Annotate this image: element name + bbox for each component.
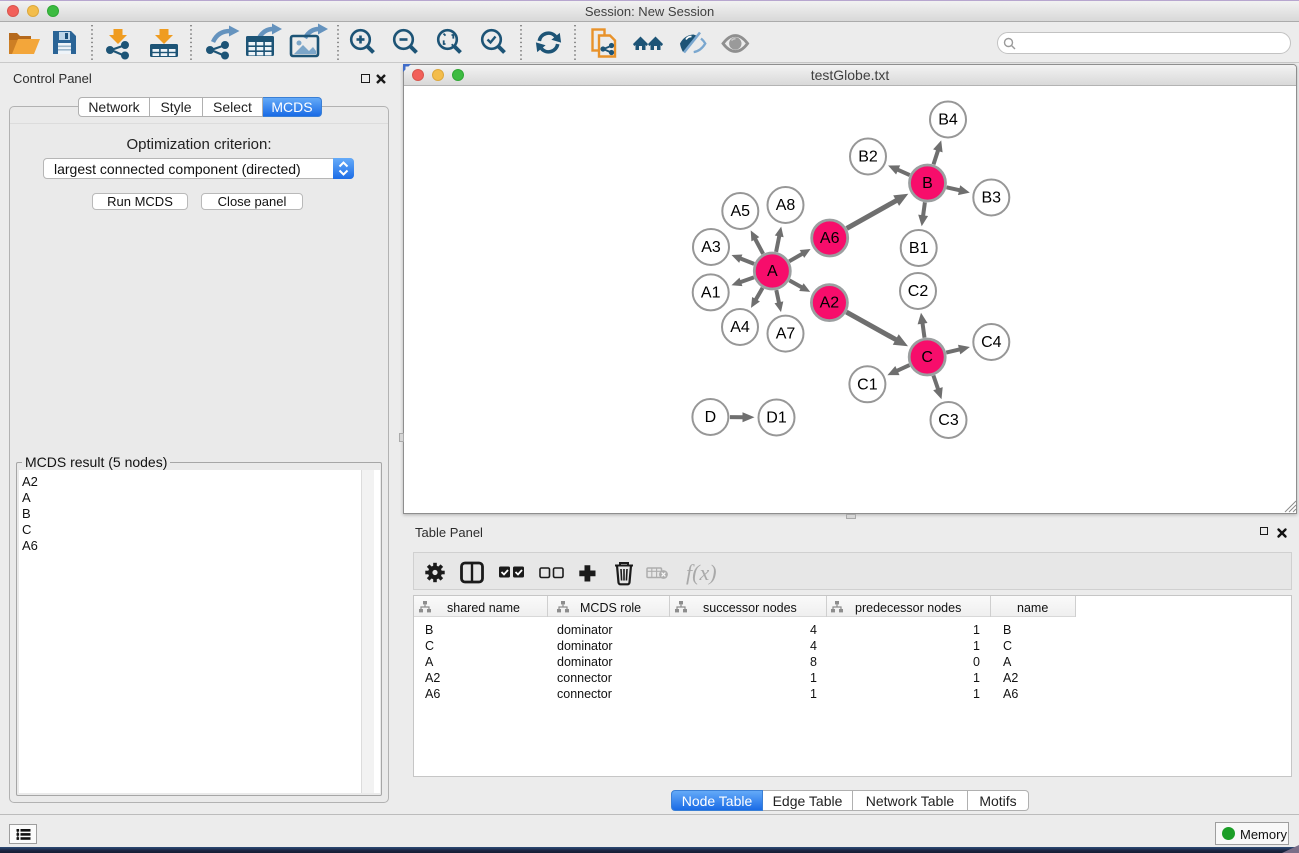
svg-text:C1: C1	[857, 376, 878, 393]
svg-text:A3: A3	[701, 239, 721, 256]
svg-text:A5: A5	[731, 203, 751, 220]
svg-text:D: D	[705, 409, 717, 426]
svg-text:B: B	[922, 175, 933, 192]
svg-text:A8: A8	[776, 197, 796, 214]
svg-text:f(x): f(x)	[686, 560, 717, 585]
svg-text:B2: B2	[858, 149, 878, 166]
svg-text:A2: A2	[820, 295, 840, 312]
svg-text:C3: C3	[938, 412, 959, 429]
svg-text:A7: A7	[776, 326, 796, 343]
svg-text:C4: C4	[981, 334, 1002, 351]
svg-text:B3: B3	[982, 190, 1002, 207]
svg-text:D1: D1	[766, 410, 787, 427]
svg-text:A4: A4	[730, 319, 750, 336]
svg-text:B4: B4	[938, 112, 958, 129]
svg-text:A: A	[767, 263, 778, 280]
svg-text:C: C	[921, 349, 933, 366]
svg-text:A6: A6	[820, 230, 840, 247]
svg-text:A1: A1	[701, 284, 721, 301]
svg-text:C2: C2	[908, 283, 929, 300]
svg-text:B1: B1	[909, 240, 929, 257]
